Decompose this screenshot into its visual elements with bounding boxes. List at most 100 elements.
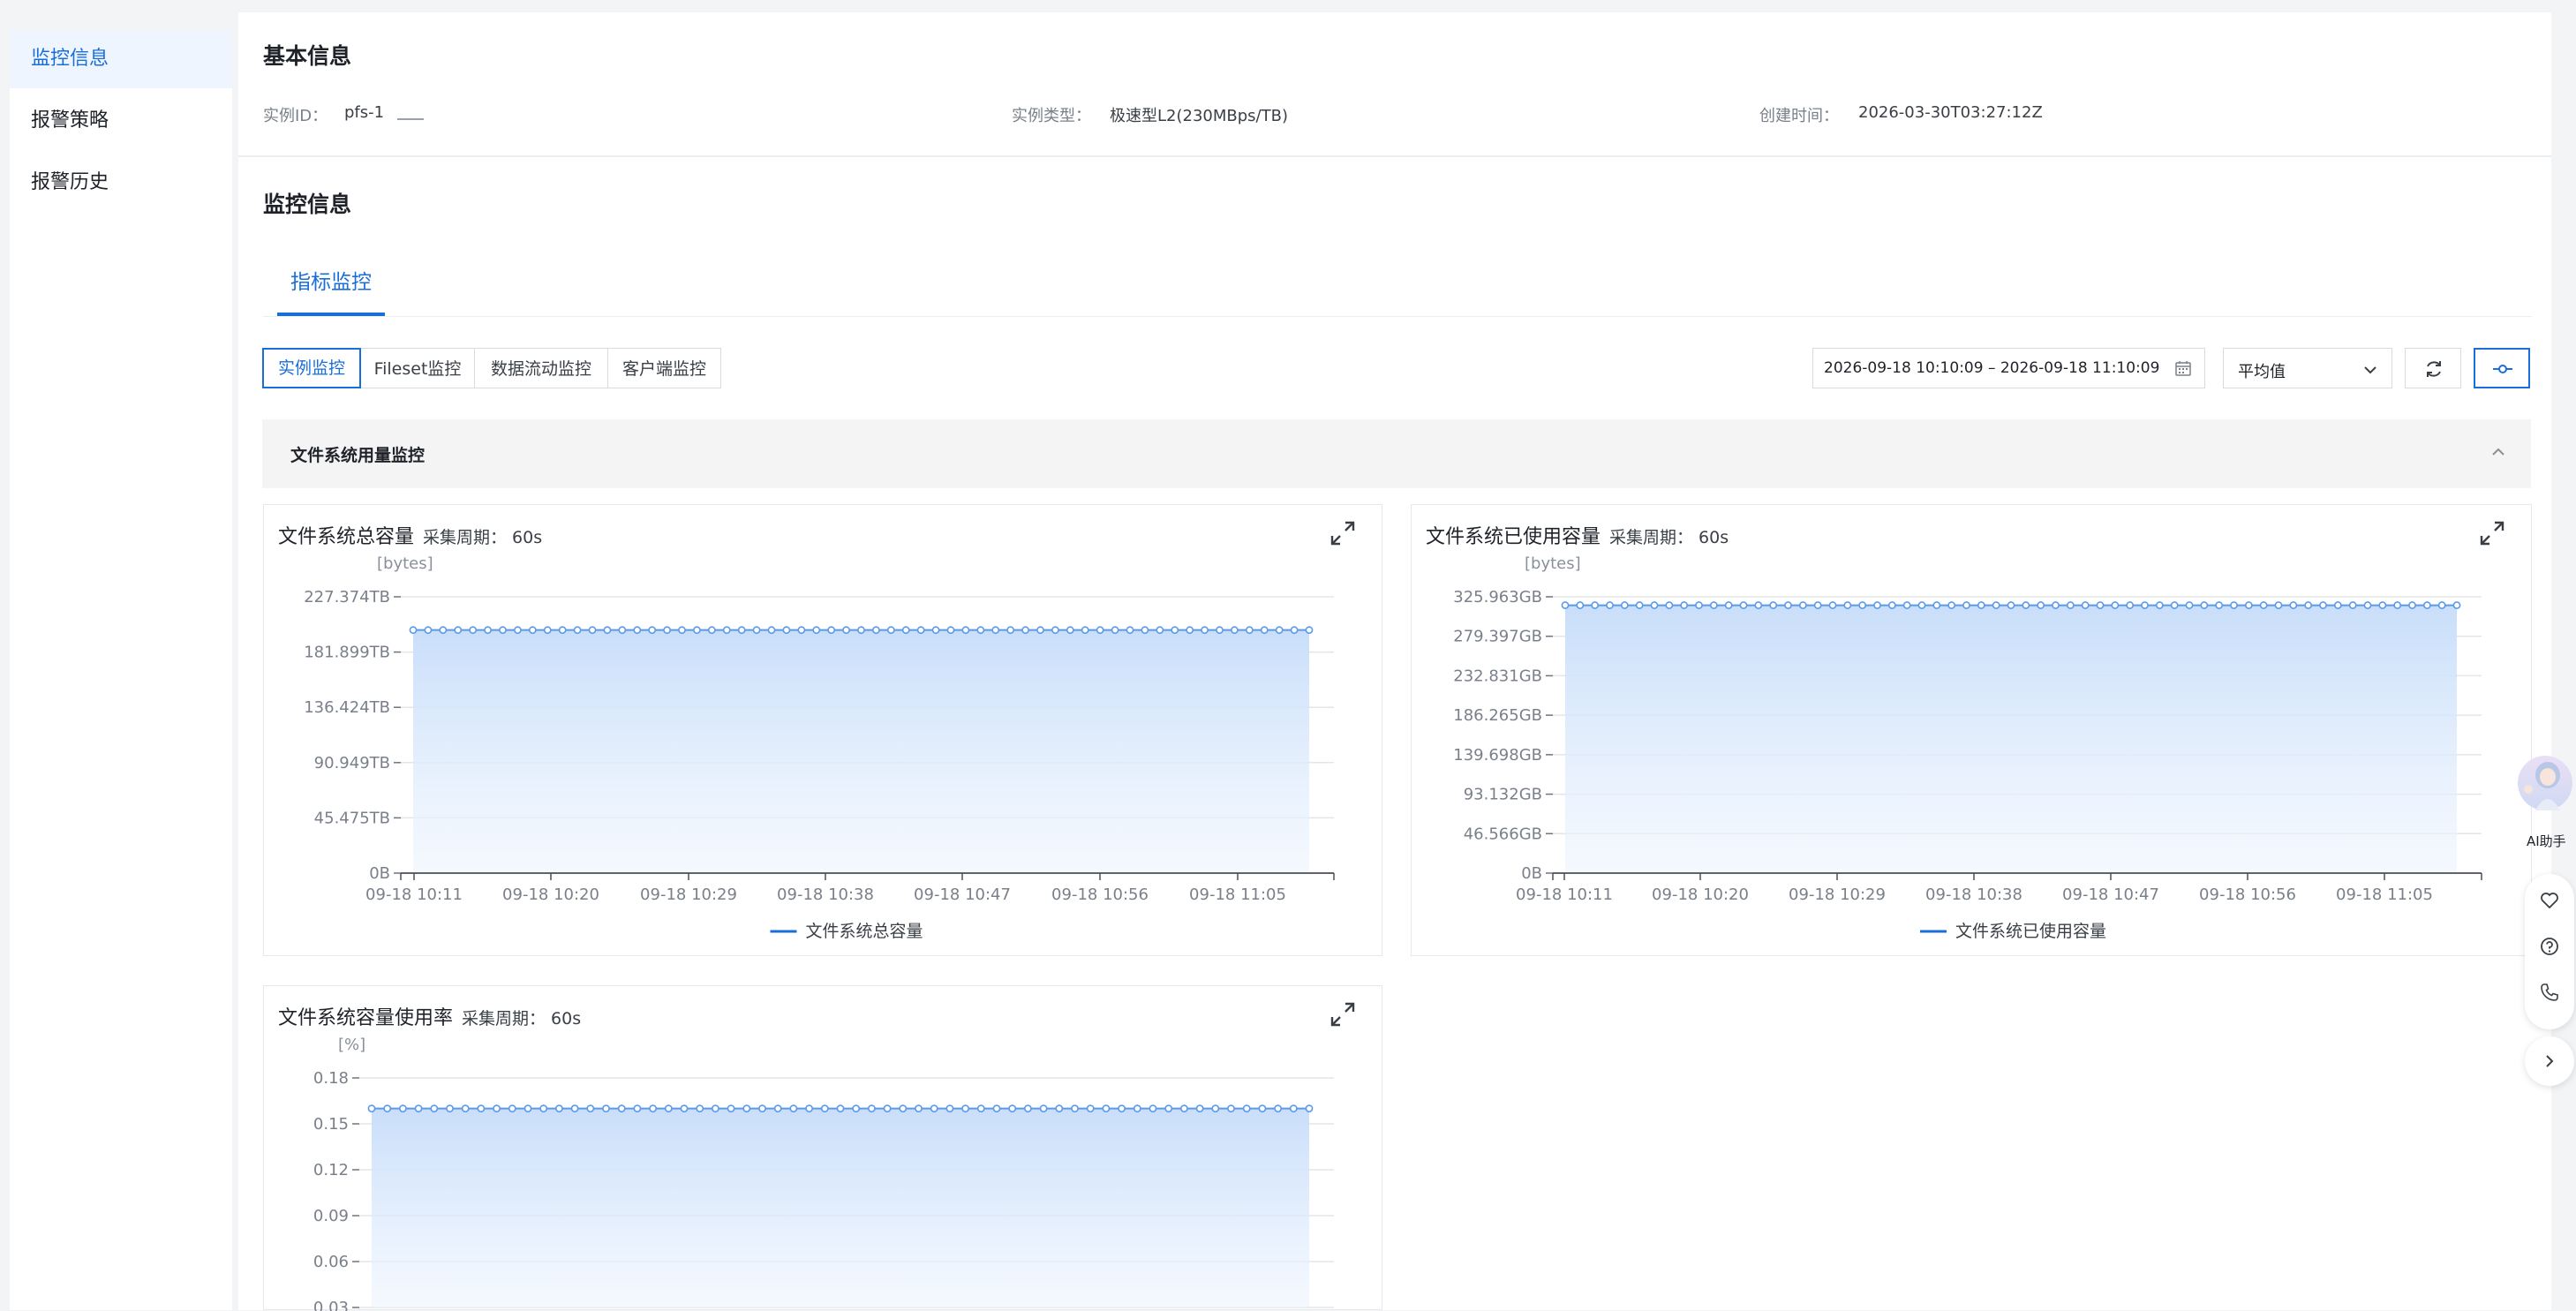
data-point (1606, 601, 1614, 609)
y-tick-label: 90.949TB (314, 754, 390, 772)
data-point (1680, 601, 1689, 609)
data-point (1126, 626, 1134, 635)
sidebar-item-alarm-history[interactable]: 报警历史 (10, 154, 232, 212)
data-point (539, 1104, 548, 1113)
data-point (961, 626, 970, 635)
data-point (1231, 626, 1239, 635)
data-point (2393, 601, 2402, 609)
data-point (2319, 601, 2327, 609)
data-point (1081, 626, 1089, 635)
data-point (499, 626, 507, 635)
y-tick-label: 181.899TB (304, 644, 390, 662)
data-point (852, 1104, 861, 1113)
data-point (1180, 1104, 1188, 1113)
data-point (1828, 601, 1837, 609)
data-point (711, 1104, 719, 1113)
x-tick-label: 09-18 10:38 (1925, 885, 2022, 904)
segment-dataflow-monitor[interactable]: 数据流动监控 (474, 348, 608, 388)
data-point (446, 1104, 454, 1113)
data-point (383, 1104, 392, 1113)
chevron-down-icon (2361, 361, 2379, 379)
ai-assistant-avatar[interactable] (2518, 756, 2572, 810)
data-point (2333, 601, 2342, 609)
refresh-button[interactable] (2405, 348, 2461, 388)
calendar-icon (2174, 359, 2192, 377)
data-point (737, 626, 746, 635)
sidebar-item-monitor-info[interactable]: 监控信息 (10, 30, 232, 88)
data-point (1051, 626, 1059, 635)
chevron-up-icon[interactable] (2489, 442, 2508, 465)
collapse-toolbar-button[interactable] (2525, 1036, 2574, 1086)
masked-id-underline (397, 118, 424, 120)
y-tick-label: 136.424TB (304, 698, 390, 717)
data-point (1665, 601, 1674, 609)
heart-icon[interactable] (2539, 890, 2560, 915)
data-point (461, 1104, 470, 1113)
data-point (680, 1104, 689, 1113)
data-point (1195, 1104, 1204, 1113)
data-point (868, 1104, 876, 1113)
data-point (1242, 1104, 1251, 1113)
segment-instance-monitor[interactable]: 实例监控 (262, 348, 361, 388)
refresh-icon (2423, 358, 2444, 384)
data-point (1724, 601, 1733, 609)
data-point (1932, 601, 1941, 609)
data-point (1133, 1104, 1141, 1113)
data-point (663, 626, 671, 635)
sidebar-item-alarm-policy[interactable]: 报警策略 (10, 92, 232, 150)
data-point (1260, 626, 1269, 635)
data-point (1902, 601, 1911, 609)
data-point (2007, 601, 2015, 609)
tab-bar-divider (263, 316, 2532, 317)
y-tick-label: 0.12 (313, 1161, 349, 1179)
usage-section-header[interactable]: 文件系统用量监控 (262, 419, 2531, 488)
chart-plot: 227.374TB 181.899TB 136.424TB 90.949TB 45.47… (304, 588, 1335, 941)
legend-label: 文件系统总容量 (806, 922, 923, 941)
data-point (773, 1104, 782, 1113)
data-point (1201, 626, 1209, 635)
data-point (1227, 1104, 1235, 1113)
data-point (2437, 601, 2446, 609)
data-point (2170, 601, 2179, 609)
phone-icon[interactable] (2539, 982, 2560, 1006)
data-point (508, 1104, 516, 1113)
data-point (1709, 601, 1718, 609)
segment-fileset-monitor[interactable]: Fileset监控 (360, 348, 475, 388)
data-point (1290, 626, 1299, 635)
data-point (886, 626, 895, 635)
data-point (1887, 601, 1896, 609)
data-point (2244, 601, 2253, 609)
data-point (586, 1104, 595, 1113)
ai-assistant-label[interactable]: AI助手 (2527, 832, 2566, 850)
data-point (1021, 626, 1029, 635)
data-point (976, 626, 985, 635)
data-point (901, 626, 910, 635)
data-point (664, 1104, 673, 1113)
help-icon[interactable] (2539, 936, 2560, 961)
data-point (1813, 601, 1822, 609)
segment-client-monitor[interactable]: 客户端监控 (607, 348, 721, 388)
instance-type-value: 极速型L2(230MBps/TB) (1110, 107, 1288, 125)
data-point (945, 1104, 954, 1113)
aggregation-select[interactable]: 平均值 (2223, 348, 2392, 388)
chart-legend: 文件系统已使用容量 (1920, 922, 2106, 941)
data-point (367, 1104, 376, 1113)
data-point (976, 1104, 985, 1113)
data-point (1274, 1104, 1282, 1113)
data-point (678, 626, 686, 635)
monitor-info-title: 监控信息 (263, 192, 352, 217)
data-point (812, 626, 821, 635)
data-point (1843, 601, 1852, 609)
tab-metric-monitor[interactable]: 指标监控 (290, 265, 372, 295)
data-point (1171, 626, 1179, 635)
data-point (2126, 601, 2135, 609)
data-point (469, 626, 478, 635)
section-divider (238, 155, 2551, 157)
time-range-picker[interactable]: 2026-09-18 10:10:09 – 2026-09-18 11:10:0… (1812, 348, 2205, 388)
data-point (618, 626, 627, 635)
x-tick-label: 09-18 10:56 (2199, 885, 2296, 904)
data-point (649, 1104, 657, 1113)
data-point (2022, 601, 2030, 609)
instance-id-label: 实例ID： (263, 107, 328, 125)
line-style-toggle[interactable] (2474, 348, 2530, 388)
